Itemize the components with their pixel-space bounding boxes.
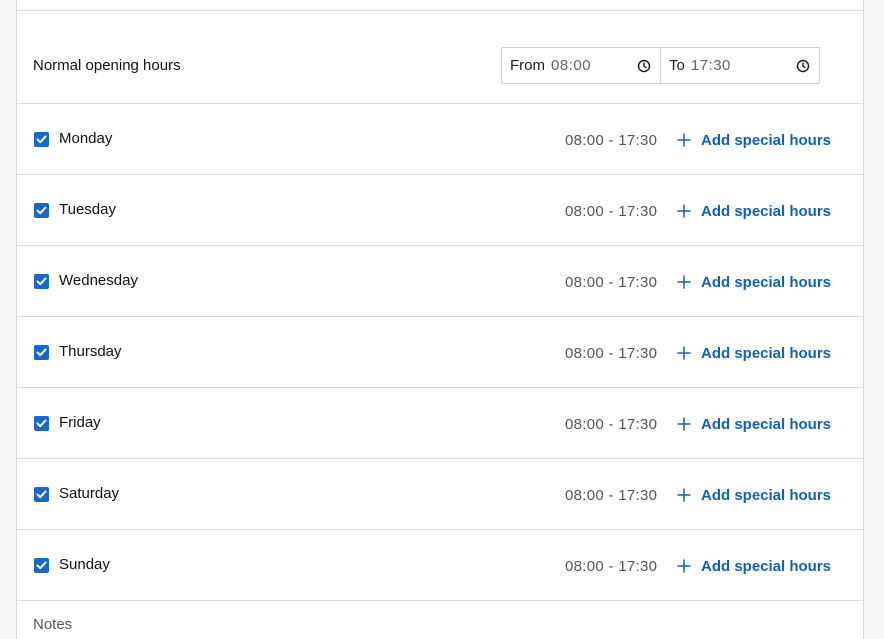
day-hours-thursday: 08:00 - 17:30 [565, 345, 658, 362]
add-special-hours-label: Add special hours [701, 131, 832, 149]
checkmark-icon [36, 561, 47, 570]
plus-icon [677, 559, 691, 573]
wednesday-checkbox[interactable] [34, 274, 49, 289]
from-time-value: 08:00 [551, 57, 592, 74]
checkmark-icon [36, 348, 47, 357]
thursday-checkbox[interactable] [34, 345, 49, 360]
plus-icon [677, 346, 691, 360]
add-special-hours-label: Add special hours [701, 273, 832, 291]
to-time-value: 17:30 [690, 57, 731, 74]
normal-hours-row: Normal opening hours From 08:00 To 17:30 [17, 11, 863, 104]
day-row-sunday: Sunday 08:00 - 17:30 Add special hours [17, 530, 863, 601]
clock-icon[interactable] [636, 58, 652, 74]
panel-top-divider [17, 0, 863, 11]
day-hours-tuesday: 08:00 - 17:30 [565, 203, 658, 220]
from-time-input[interactable]: From 08:00 [501, 47, 661, 84]
day-label-saturday: Saturday [59, 485, 120, 502]
day-hours-sunday: 08:00 - 17:30 [565, 558, 658, 575]
day-label-wednesday: Wednesday [59, 272, 138, 289]
friday-checkbox[interactable] [34, 416, 49, 431]
opening-hours-panel: Normal opening hours From 08:00 To 17:30 [16, 0, 864, 639]
day-label-monday: Monday [59, 130, 113, 147]
add-special-hours-thursday-button[interactable]: Add special hours [677, 343, 831, 363]
add-special-hours-label: Add special hours [701, 486, 832, 504]
add-special-hours-monday-button[interactable]: Add special hours [677, 130, 831, 150]
add-special-hours-sunday-button[interactable]: Add special hours [677, 556, 831, 576]
sunday-checkbox[interactable] [34, 558, 49, 573]
checkmark-icon [36, 419, 47, 428]
to-label: To [669, 57, 685, 74]
day-hours-monday: 08:00 - 17:30 [565, 132, 658, 149]
notes-label: Notes [33, 616, 73, 633]
add-special-hours-label: Add special hours [701, 202, 832, 220]
plus-icon [677, 488, 691, 502]
plus-icon [677, 417, 691, 431]
plus-icon [677, 275, 691, 289]
to-time-input[interactable]: To 17:30 [660, 47, 820, 84]
checkmark-icon [36, 277, 47, 286]
day-label-thursday: Thursday [59, 343, 122, 360]
add-special-hours-friday-button[interactable]: Add special hours [677, 414, 831, 434]
checkmark-icon [36, 206, 47, 215]
add-special-hours-saturday-button[interactable]: Add special hours [677, 485, 831, 505]
add-special-hours-label: Add special hours [701, 344, 832, 362]
day-row-wednesday: Wednesday 08:00 - 17:30 Add special hour… [17, 246, 863, 317]
saturday-checkbox[interactable] [34, 487, 49, 502]
day-row-friday: Friday 08:00 - 17:30 Add special hours [17, 388, 863, 459]
clock-icon[interactable] [795, 58, 811, 74]
monday-checkbox[interactable] [34, 132, 49, 147]
add-special-hours-tuesday-button[interactable]: Add special hours [677, 201, 831, 221]
checkmark-icon [36, 490, 47, 499]
checkmark-icon [36, 135, 47, 144]
day-row-tuesday: Tuesday 08:00 - 17:30 Add special hours [17, 175, 863, 246]
add-special-hours-label: Add special hours [701, 557, 832, 575]
day-row-monday: Monday 08:00 - 17:30 Add special hours [17, 104, 863, 175]
plus-icon [677, 204, 691, 218]
normal-hours-label: Normal opening hours [33, 57, 181, 74]
day-row-thursday: Thursday 08:00 - 17:30 Add special hours [17, 317, 863, 388]
day-hours-saturday: 08:00 - 17:30 [565, 487, 658, 504]
add-special-hours-label: Add special hours [701, 415, 832, 433]
plus-icon [677, 133, 691, 147]
day-row-saturday: Saturday 08:00 - 17:30 Add special hours [17, 459, 863, 530]
day-label-friday: Friday [59, 414, 101, 431]
day-label-sunday: Sunday [59, 556, 110, 573]
day-hours-wednesday: 08:00 - 17:30 [565, 274, 658, 291]
tuesday-checkbox[interactable] [34, 203, 49, 218]
add-special-hours-wednesday-button[interactable]: Add special hours [677, 272, 831, 292]
day-hours-friday: 08:00 - 17:30 [565, 416, 658, 433]
day-label-tuesday: Tuesday [59, 201, 116, 218]
from-label: From [510, 57, 545, 74]
